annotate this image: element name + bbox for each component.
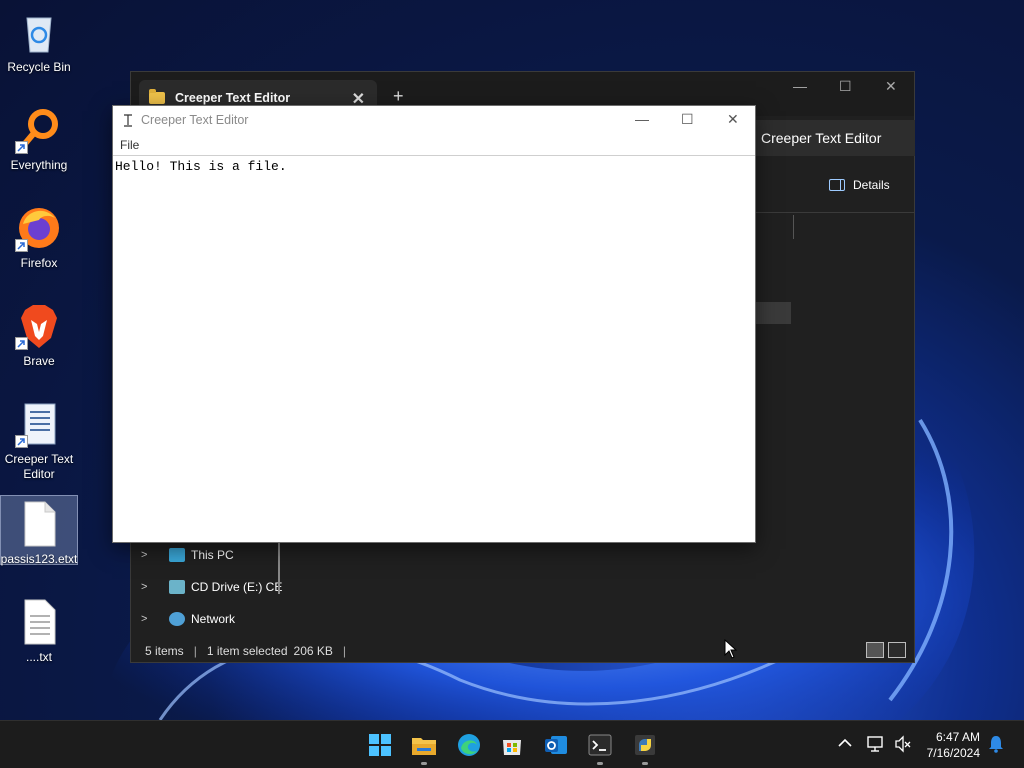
text-editor-icon [15, 400, 63, 448]
outlook-icon[interactable] [542, 731, 570, 759]
python-icon[interactable] [631, 731, 659, 765]
nav-item-label: This PC [191, 548, 234, 562]
file-icon [15, 500, 63, 548]
file-explorer-icon[interactable] [410, 731, 438, 765]
chevron-right-icon[interactable]: > [141, 613, 161, 625]
running-indicator [597, 762, 603, 765]
editor-app-icon [123, 113, 133, 127]
desktop-icon-label: Creeper Text Editor [4, 452, 74, 481]
windows-start-icon[interactable] [366, 731, 394, 759]
desktop-icon-label: ....txt [25, 650, 52, 664]
microsoft-store-icon[interactable] [498, 731, 526, 759]
menu-file[interactable]: File [120, 138, 139, 152]
shortcut-arrow-icon [15, 141, 28, 154]
editor-close-button[interactable]: ✕ [727, 111, 739, 128]
brave-icon [15, 302, 63, 350]
network-tray-icon[interactable] [866, 735, 886, 756]
status-separator: | [193, 644, 197, 658]
status-bar: 5 items | 1 item selected 206 KB | [145, 644, 356, 658]
status-item-count: 5 items [145, 644, 184, 658]
desktop-icon-label: Recycle Bin [7, 60, 71, 74]
desktop-icon-label: Everything [10, 158, 68, 172]
large-icons-view-button[interactable] [888, 642, 906, 658]
explorer-close-button[interactable]: ✕ [885, 78, 897, 95]
desktop-icon-label: passis123.etxt [0, 552, 78, 566]
shortcut-arrow-icon [15, 435, 28, 448]
volume-muted-icon[interactable] [894, 735, 912, 756]
chevron-right-icon[interactable]: > [141, 581, 161, 593]
explorer-minimize-button[interactable]: — [793, 78, 807, 94]
network-icon [169, 612, 185, 626]
address-bar[interactable]: Creeper Text Editor [751, 120, 915, 156]
system-clock[interactable]: 6:47 AM 7/16/2024 [918, 729, 980, 761]
nav-item-label: CD Drive (E:) CE [191, 580, 283, 594]
folder-icon [149, 89, 165, 104]
desktop-icon-txt-file[interactable]: ....txt [0, 594, 78, 665]
clock-time: 6:47 AM [935, 730, 980, 744]
clock-date: 7/16/2024 [926, 746, 980, 760]
nav-item-label: Network [191, 612, 236, 626]
shortcut-arrow-icon [15, 337, 28, 350]
text-file-icon [15, 598, 63, 646]
nav-pane-scrollbar[interactable] [278, 542, 280, 594]
nav-item-cd-drive[interactable]: > CD Drive (E:) CE [141, 580, 282, 594]
show-hidden-icons-chevron-icon[interactable] [838, 735, 852, 751]
editor-title: Creeper Text Editor [141, 113, 249, 127]
edge-icon[interactable] [455, 731, 483, 759]
desktop-icon-everything[interactable]: Everything [0, 102, 78, 173]
nav-item-network[interactable]: > Network [141, 612, 235, 626]
new-tab-button[interactable]: + [393, 86, 404, 107]
selected-row-highlight [755, 302, 791, 324]
toolbar-divider [751, 212, 915, 213]
taskbar: 6:47 AM 7/16/2024 [0, 720, 1024, 768]
status-separator: | [342, 644, 347, 658]
desktop-icon-label: Firefox [20, 256, 58, 270]
status-selected: 1 item selected [206, 644, 288, 658]
firefox-icon [15, 204, 63, 252]
chevron-right-icon[interactable]: > [141, 549, 161, 561]
desktop-icon-brave[interactable]: Brave [0, 298, 78, 369]
editor-menubar: File [113, 134, 755, 156]
desktop-icon-passis123[interactable]: passis123.etxt [0, 495, 78, 566]
explorer-maximize-button[interactable]: ☐ [839, 78, 852, 95]
desktop-icon-creeper-text-editor[interactable]: Creeper Text Editor [0, 396, 78, 482]
details-pane-button[interactable]: Details [829, 178, 890, 192]
everything-search-icon [15, 106, 63, 154]
running-indicator [642, 762, 648, 765]
recycle-bin-icon [15, 8, 63, 56]
desktop-icon-label: Brave [23, 354, 55, 368]
computer-icon [169, 548, 185, 562]
editor-text-area[interactable]: Hello! This is a file. [113, 156, 755, 177]
running-indicator [421, 762, 427, 765]
details-pane-icon [829, 179, 845, 191]
terminal-icon[interactable] [586, 731, 614, 765]
editor-minimize-button[interactable]: — [635, 111, 649, 127]
creeper-text-editor-window[interactable]: Creeper Text Editor — ☐ ✕ File Hello! Th… [112, 105, 756, 543]
explorer-tab-title: Creeper Text Editor [175, 91, 291, 105]
editor-titlebar[interactable]: Creeper Text Editor — ☐ ✕ [113, 106, 755, 134]
details-view-button[interactable] [866, 642, 884, 658]
status-size: 206 KB [293, 644, 333, 658]
desktop-icon-firefox[interactable]: Firefox [0, 200, 78, 271]
details-label: Details [853, 178, 890, 192]
view-switcher [866, 642, 906, 658]
mouse-cursor-icon [724, 638, 738, 664]
nav-item-this-pc[interactable]: > This PC [141, 548, 234, 562]
column-divider[interactable] [793, 215, 794, 239]
cd-drive-icon [169, 580, 185, 594]
notification-bell-icon[interactable] [988, 735, 1004, 756]
shortcut-arrow-icon [15, 239, 28, 252]
editor-maximize-button[interactable]: ☐ [681, 111, 694, 128]
desktop-icon-recycle-bin[interactable]: Recycle Bin [0, 4, 78, 75]
